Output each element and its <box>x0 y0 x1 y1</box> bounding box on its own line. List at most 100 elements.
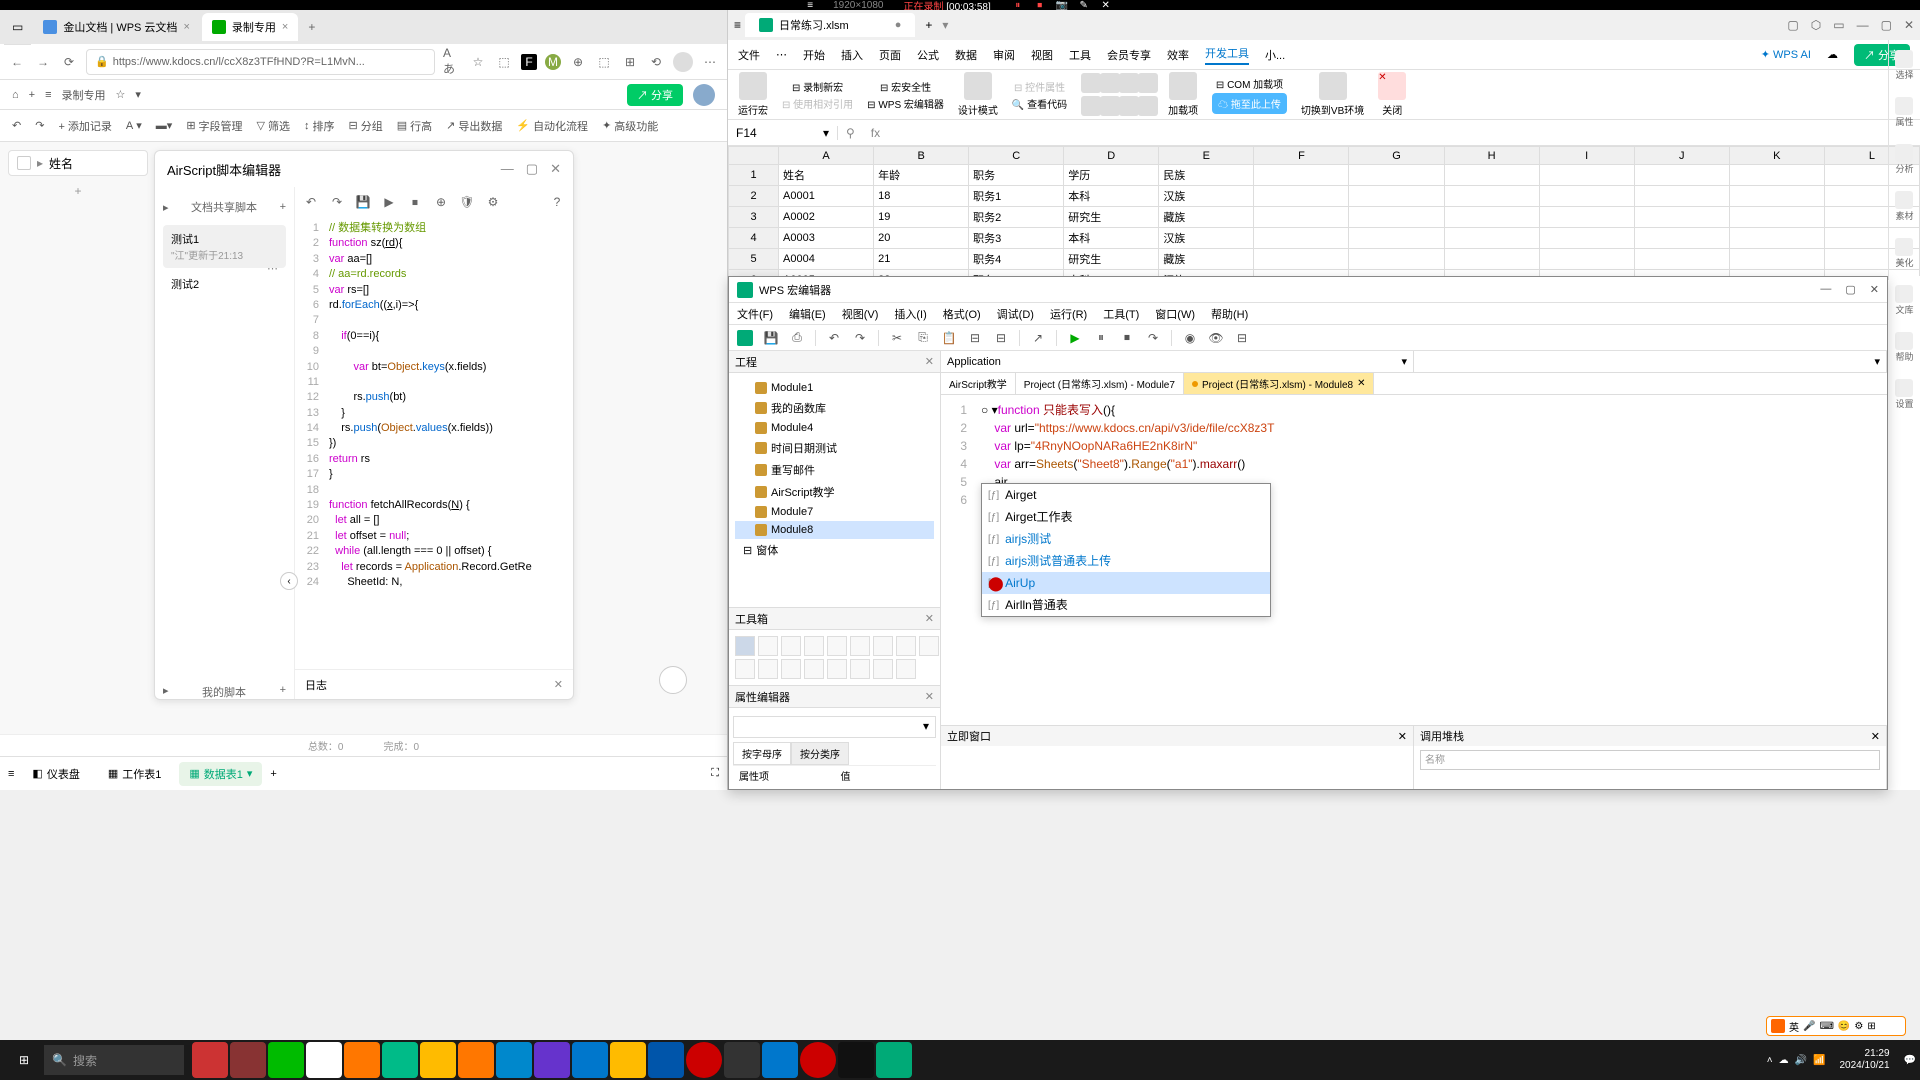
column-header[interactable]: ▸姓名 <box>8 150 148 176</box>
wctl-icon[interactable]: ⬡ <box>1811 18 1821 32</box>
taskbar-app[interactable] <box>268 1042 304 1078</box>
redo-button[interactable]: ↷ <box>35 119 44 132</box>
wps-ai-button[interactable]: ✦ WPS AI <box>1761 48 1811 61</box>
format-button[interactable]: A▾ <box>126 119 142 132</box>
menu-item[interactable]: 文件(F) <box>737 306 773 322</box>
taskbar-app[interactable] <box>344 1042 380 1078</box>
tool[interactable] <box>896 659 916 679</box>
add-record-button[interactable]: + 添加记录 <box>58 118 111 134</box>
side-item[interactable]: 设置 <box>1895 379 1913 410</box>
forward-icon[interactable]: → <box>34 53 52 71</box>
undo-icon[interactable]: ↶ <box>826 330 842 346</box>
menu-item[interactable]: 会员专享 <box>1107 47 1151 63</box>
color-button[interactable]: ▬▾ <box>156 119 173 132</box>
star-icon[interactable]: ☆ <box>116 88 126 101</box>
tabs-button[interactable]: ▭ <box>4 9 31 45</box>
taskbar-app[interactable] <box>420 1042 456 1078</box>
copy-icon[interactable]: ⎘ <box>915 330 931 346</box>
step-icon[interactable]: ↷ <box>1145 330 1161 346</box>
saveall-icon[interactable]: ⎙ <box>789 330 805 346</box>
taskbar-app[interactable] <box>686 1042 722 1078</box>
close-icon[interactable]: ✕ <box>925 612 934 625</box>
taskbar-search[interactable]: 🔍 搜索 <box>44 1045 184 1075</box>
redo-icon[interactable]: ↷ <box>329 194 345 210</box>
maximize-icon[interactable]: ▢ <box>1881 18 1892 32</box>
close-icon[interactable]: ✕ <box>1871 730 1880 743</box>
refresh-icon[interactable]: ⟳ <box>60 53 78 71</box>
undo-icon[interactable]: ↶ <box>303 194 319 210</box>
taskbar-app[interactable] <box>876 1042 912 1078</box>
menu-item[interactable]: 插入 <box>841 47 863 63</box>
file-menu[interactable]: 文件 <box>738 47 760 63</box>
menu-item[interactable]: 效率 <box>1167 47 1189 63</box>
ext3-icon[interactable]: M <box>545 54 561 70</box>
menu-icon[interactable]: ≡ <box>734 18 741 32</box>
tray-icon[interactable]: ☁ <box>1779 1055 1789 1066</box>
taskbar-app[interactable] <box>762 1042 798 1078</box>
side-item[interactable]: 文库 <box>1895 285 1913 316</box>
close-icon[interactable]: × <box>282 21 288 33</box>
side-item[interactable]: 美化 <box>1895 238 1913 269</box>
breakpoint-icon[interactable]: ◉ <box>1182 330 1198 346</box>
menu-item[interactable]: 页面 <box>879 47 901 63</box>
field-mgr-button[interactable]: ⊞ 字段管理 <box>186 118 242 134</box>
maximize-icon[interactable]: ▢ <box>526 161 538 177</box>
taskbar-app[interactable] <box>724 1042 760 1078</box>
close-icon[interactable]: ✕ <box>925 690 934 703</box>
upload-highlight[interactable]: ☁ 拖至此上传 <box>1212 93 1287 114</box>
switch-vb-button[interactable]: 切换到VB环境 <box>1301 72 1364 117</box>
tool[interactable] <box>850 659 870 679</box>
tree-node[interactable]: Module4 <box>735 419 934 437</box>
address-bar[interactable]: 🔒https://www.kdocs.cn/l/ccX8z3TFfHND?R=L… <box>86 49 435 75</box>
taskbar-app[interactable] <box>838 1042 874 1078</box>
ext1-icon[interactable]: ⬚ <box>495 53 513 71</box>
group-button[interactable]: ⊟ 分组 <box>349 118 383 134</box>
ext2-icon[interactable]: F <box>521 54 537 70</box>
taskbar-app[interactable] <box>800 1042 836 1078</box>
home-icon[interactable]: ⌂ <box>12 89 19 101</box>
rowheight-button[interactable]: ▤ 行高 <box>397 118 432 134</box>
script-item[interactable]: 测试1"江"更新于21:13⋯ <box>163 225 286 268</box>
fx-icon[interactable]: ⚲ <box>838 126 863 140</box>
menu-item[interactable]: 格式(O) <box>943 306 981 322</box>
star-icon[interactable]: ☆ <box>469 53 487 71</box>
ac-option[interactable]: [ƒ]airjs测试普通表上传 <box>982 550 1270 572</box>
tree-node[interactable]: AirScript教学 <box>735 481 934 503</box>
tray-icon[interactable]: ˄ <box>1767 1055 1773 1066</box>
ac-option[interactable]: [ƒ]airjs测试 <box>982 528 1270 550</box>
menu-icon[interactable]: ⋯ <box>701 53 719 71</box>
settings-icon[interactable]: ⚙ <box>485 194 501 210</box>
start-button[interactable]: ⊞ <box>4 1040 44 1080</box>
taskbar-app[interactable] <box>648 1042 684 1078</box>
editor-tab-active[interactable]: Project (日常练习.xlsm) - Module8✕ <box>1184 373 1375 394</box>
paste-icon[interactable]: 📋 <box>941 330 957 346</box>
menu-item[interactable]: 编辑(E) <box>789 306 826 322</box>
minimize-icon[interactable]: — <box>1820 283 1831 296</box>
tray-icon[interactable]: 🔊 <box>1795 1055 1807 1066</box>
side-item[interactable]: 选择 <box>1895 50 1913 81</box>
add-icon[interactable]: + <box>29 89 35 101</box>
taskbar-app[interactable] <box>458 1042 494 1078</box>
spreadsheet-grid[interactable]: ABCDEFGHIJKL1姓名年龄职务学历民族2A000118职务1本科汉族3A… <box>728 146 1920 276</box>
taskbar-app[interactable] <box>572 1042 608 1078</box>
tool[interactable] <box>873 659 893 679</box>
export-button[interactable]: ↗ 导出数据 <box>446 118 502 134</box>
object-combo[interactable]: Application▾ <box>941 351 1414 372</box>
tool[interactable] <box>758 659 778 679</box>
tree-node[interactable]: Module7 <box>735 503 934 521</box>
extensions-icon[interactable]: ⊞ <box>621 53 639 71</box>
taskbar-app[interactable] <box>496 1042 532 1078</box>
taskbar-app[interactable] <box>382 1042 418 1078</box>
side-item[interactable]: 帮助 <box>1895 332 1913 363</box>
list-icon[interactable]: ≡ <box>8 768 14 780</box>
prop-tab-active[interactable]: 按分类序 <box>791 742 849 765</box>
sync-icon[interactable]: ⟲ <box>647 53 665 71</box>
help-icon[interactable]: ? <box>549 194 565 210</box>
proc-combo[interactable]: ▾ <box>1414 351 1887 372</box>
close-icon[interactable]: ✕ <box>1398 730 1407 743</box>
my-scripts-header[interactable]: ▸ 我的脚本+ <box>163 680 286 704</box>
name-box[interactable]: F14▾ <box>728 126 838 140</box>
comment-icon[interactable]: ⊟ <box>967 330 983 346</box>
tool[interactable] <box>827 636 847 656</box>
add-sheet-button[interactable]: + <box>270 768 276 780</box>
